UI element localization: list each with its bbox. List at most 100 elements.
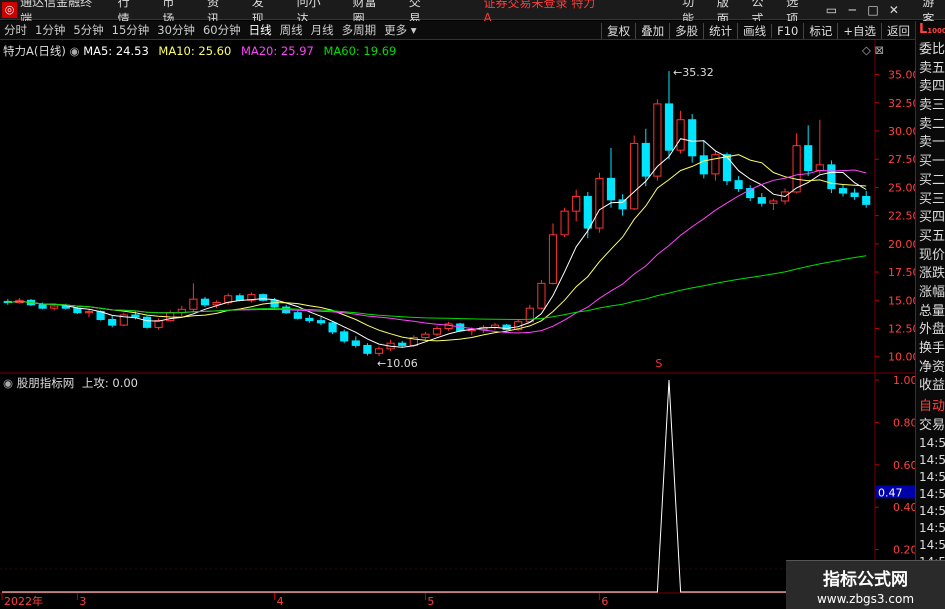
side-time-6: 14:56 bbox=[919, 538, 945, 553]
candle-body bbox=[630, 142, 639, 210]
side-item-8[interactable]: 买三 bbox=[916, 191, 945, 210]
candle-body bbox=[432, 328, 442, 335]
ma-lines: ←35.32 ←10.06 S bbox=[7, 66, 867, 370]
minimize-icon[interactable]: ─ bbox=[842, 3, 863, 17]
candle-body bbox=[641, 142, 650, 177]
side-item-14[interactable]: 总量 bbox=[916, 303, 945, 322]
price-axis: 35.00 32.50 30.00 27.50 25.00 22.50 20.00 17.50… bbox=[875, 69, 915, 364]
watermark: 指标公式网 www.zbgs3.com bbox=[786, 560, 945, 609]
candle-body bbox=[583, 195, 592, 229]
side-item-2[interactable]: 卖四 bbox=[916, 78, 945, 97]
candle-body bbox=[258, 294, 268, 301]
side-item-9[interactable]: 买四 bbox=[916, 209, 945, 228]
side-item-16[interactable]: 换手 bbox=[916, 340, 945, 359]
low-price-label: ←10.06 bbox=[377, 357, 418, 370]
period-weekly[interactable]: 周线 bbox=[276, 22, 307, 38]
side-time-4: 14:56 bbox=[919, 504, 945, 519]
side-item-13[interactable]: 涨幅 bbox=[916, 284, 945, 303]
tool-f10[interactable]: F10 bbox=[771, 23, 803, 38]
side-item-7[interactable]: 买二 bbox=[916, 172, 945, 191]
indicator-tick-label: 0.60 bbox=[893, 459, 915, 472]
tool-add-watchlist[interactable]: +自选 bbox=[837, 22, 881, 39]
candle-body bbox=[572, 195, 581, 212]
time-tick-label: 5 bbox=[427, 595, 434, 608]
candle-body bbox=[769, 200, 778, 204]
side-auto[interactable]: 自动 bbox=[916, 398, 945, 417]
high-price-label: ←35.32 bbox=[673, 66, 714, 79]
period-1min[interactable]: 1分钟 bbox=[31, 22, 69, 38]
side-item-11[interactable]: 现价 bbox=[916, 247, 945, 266]
tool-adjust[interactable]: 复权 bbox=[601, 22, 635, 39]
chart-tools: 复权 叠加 多股 统计 画线 F10 标记 +自选 返回 bbox=[601, 21, 915, 40]
candle-body bbox=[850, 192, 859, 197]
side-item-17[interactable]: 净资 bbox=[916, 359, 945, 378]
period-multi[interactable]: 多周期 bbox=[338, 22, 381, 38]
candle-body bbox=[50, 305, 59, 309]
side-item-18[interactable]: 收益 bbox=[916, 377, 945, 396]
time-axis: 2022年 3 4 5 6 bbox=[1, 593, 608, 608]
side-time-0: 14:56 bbox=[919, 436, 945, 451]
tool-mark[interactable]: 标记 bbox=[803, 22, 837, 39]
period-toolbar: 分时 1分钟 5分钟 15分钟 30分钟 60分钟 日线 周线 月线 多周期 更… bbox=[0, 21, 915, 40]
price-tick-label: 20.00 bbox=[888, 238, 915, 251]
candle-body bbox=[595, 177, 604, 229]
side-item-15[interactable]: 外盘 bbox=[916, 321, 945, 340]
candle-body bbox=[688, 119, 697, 157]
indicator-tick-label: 0.40 bbox=[893, 501, 915, 514]
side-item-3[interactable]: 卖三 bbox=[916, 97, 945, 116]
candle-body bbox=[827, 164, 836, 190]
period-15min[interactable]: 15分钟 bbox=[108, 22, 154, 38]
candle-body bbox=[606, 177, 616, 201]
watermark-url: www.zbgs3.com bbox=[816, 592, 915, 606]
candle-body bbox=[73, 307, 82, 314]
maximize-icon[interactable]: □ bbox=[863, 3, 884, 17]
candle-body bbox=[711, 154, 720, 175]
side-item-12[interactable]: 涨跌 bbox=[916, 265, 945, 284]
period-intraday[interactable]: 分时 bbox=[0, 22, 31, 38]
candle-body bbox=[374, 348, 384, 354]
indicator-panel: 1.00 0.80 0.60 0.40 0.20 0.47 bbox=[2, 374, 915, 593]
side-item-4[interactable]: 卖二 bbox=[916, 116, 945, 135]
quote-side-panel: L1000 委比 卖五 卖四 卖三 卖二 卖一 买一 买二 买三 买四 买五 现价 涨跌 涨幅 总量 外盘 换手… bbox=[915, 21, 945, 609]
tool-draw[interactable]: 画线 bbox=[737, 22, 771, 39]
period-monthly[interactable]: 月线 bbox=[307, 22, 338, 38]
tool-stats[interactable]: 统计 bbox=[703, 22, 737, 39]
time-tick-label: 2022年 bbox=[4, 594, 43, 608]
tool-multi-stock[interactable]: 多股 bbox=[669, 22, 703, 39]
period-more[interactable]: 更多 ▾ bbox=[380, 22, 420, 38]
chart-area[interactable]: ←35.32 ←10.06 S 35.00 32.50 30.00 27.50 25.00 2… bbox=[0, 40, 915, 609]
period-daily[interactable]: 日线 bbox=[245, 22, 276, 38]
side-item-0[interactable]: 委比 bbox=[916, 41, 945, 60]
restore-icon[interactable]: ▭ bbox=[821, 3, 842, 17]
time-tick-label: 6 bbox=[601, 595, 608, 608]
candle-body bbox=[154, 320, 163, 328]
candle-body bbox=[351, 340, 360, 346]
side-item-6[interactable]: 买一 bbox=[916, 153, 945, 172]
indicator-tick-label: 0.80 bbox=[893, 416, 915, 429]
side-trade[interactable]: 交易 bbox=[916, 417, 945, 436]
side-item-1[interactable]: 卖五 bbox=[916, 60, 945, 79]
candle-body bbox=[757, 197, 766, 204]
close-icon[interactable]: ✕ bbox=[884, 3, 905, 17]
side-logo: L1000 bbox=[916, 21, 945, 41]
candle-body bbox=[838, 188, 848, 194]
side-item-5[interactable]: 卖一 bbox=[916, 134, 945, 153]
candle-body bbox=[537, 282, 546, 309]
side-items: 委比 卖五 卖四 卖三 卖二 卖一 买一 买二 买三 买四 买五 现价 涨跌 涨幅 总量 外盘 换手 净资 收益 bbox=[916, 41, 945, 396]
tool-back[interactable]: 返回 bbox=[881, 22, 915, 39]
period-5min[interactable]: 5分钟 bbox=[69, 22, 107, 38]
period-60min[interactable]: 60分钟 bbox=[199, 22, 245, 38]
time-tick-label: 3 bbox=[79, 595, 86, 608]
side-logo-mark-icon: 1000 bbox=[927, 27, 945, 35]
candle-body bbox=[548, 234, 558, 284]
side-item-10[interactable]: 买五 bbox=[916, 228, 945, 247]
indicator-tick-label: 0.20 bbox=[893, 544, 915, 557]
menu-bar: ◎ 通达信金融终端 行情 市场 资讯 发现 问小达 财富圈 交易 证券交易未登录… bbox=[0, 0, 945, 26]
watermark-title: 指标公式网 bbox=[823, 570, 908, 590]
period-30min[interactable]: 30分钟 bbox=[153, 22, 199, 38]
candle-body bbox=[200, 298, 210, 306]
price-tick-label: 15.00 bbox=[888, 294, 915, 307]
price-tick-label: 30.00 bbox=[888, 125, 915, 138]
tool-overlay[interactable]: 叠加 bbox=[635, 22, 669, 39]
side-time-5: 14:56 bbox=[919, 521, 945, 536]
